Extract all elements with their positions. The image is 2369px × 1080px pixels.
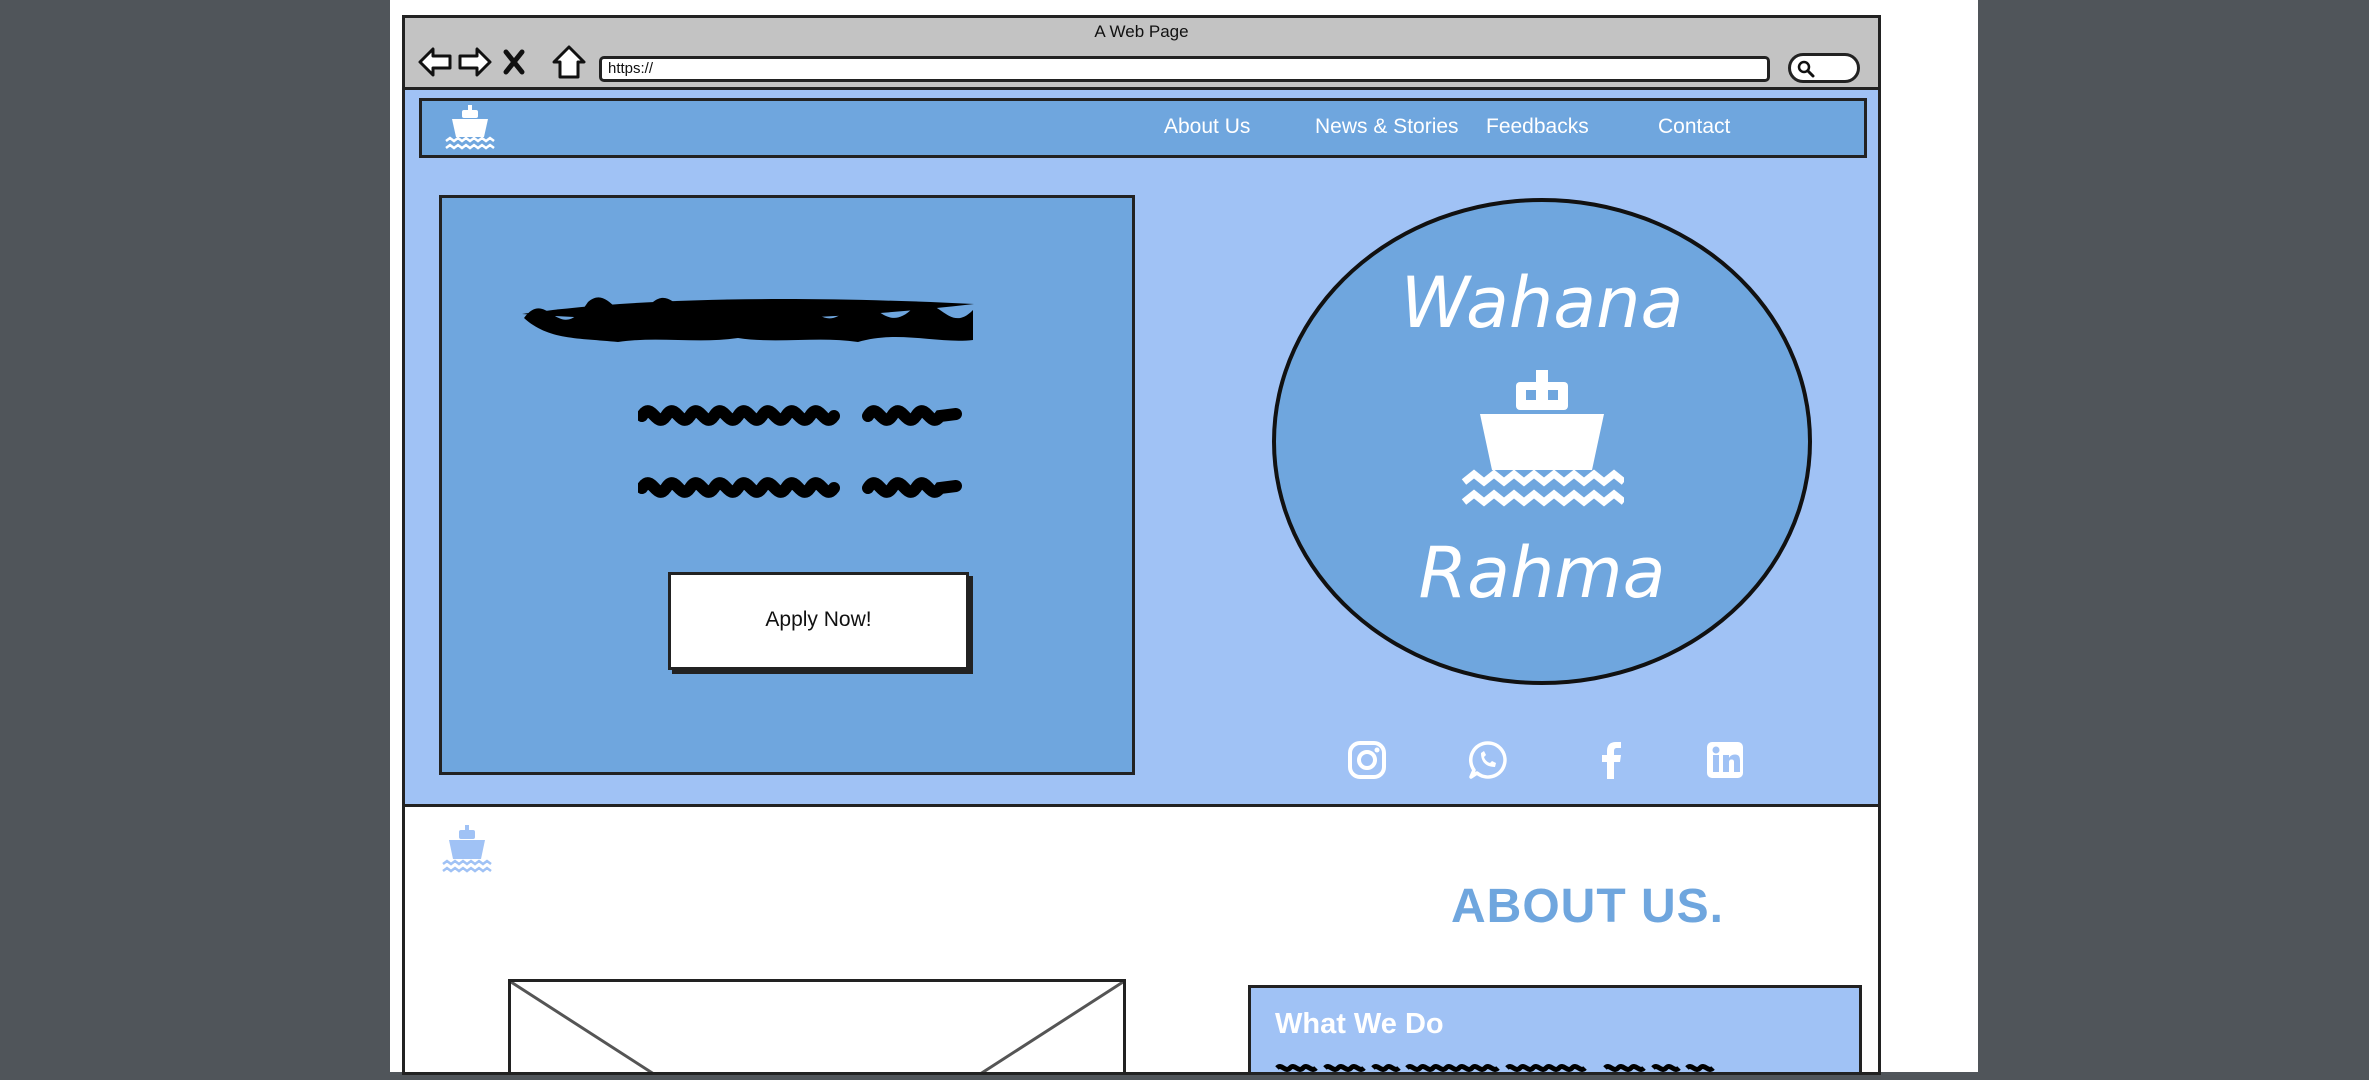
hero-text-card: Apply Now! [439,195,1135,775]
nav-link-contact[interactable]: Contact [1658,115,1730,139]
instagram-icon[interactable] [1347,740,1387,780]
back-arrow-icon[interactable] [417,44,453,80]
about-section: ABOUT US. What We Do [405,807,1878,1072]
search-icon [1797,60,1815,78]
brand-emblem: Wahana Rahma [1272,198,1812,685]
facebook-icon[interactable] [1591,740,1631,780]
placeholder-cross-icon [511,982,1123,1072]
forward-arrow-icon[interactable] [457,44,493,80]
what-we-do-title: What We Do [1275,1008,1444,1040]
brand-name-line-1: Wahana [1400,262,1684,344]
nav-link-news-stories[interactable]: News & Stories [1315,115,1459,139]
scribbled-subtitle-line-2 [638,477,962,498]
nav-link-about-us[interactable]: About Us [1164,115,1250,139]
scribbled-headline [522,297,974,342]
nav-link-feedbacks[interactable]: Feedbacks [1486,115,1589,139]
window-title: A Web Page [1094,22,1189,41]
browser-search-button[interactable] [1788,53,1860,83]
site-navbar: About Us News & Stories Feedbacks Contac… [419,98,1867,158]
address-bar[interactable]: https:// [599,56,1770,82]
what-we-do-card: What We Do [1248,985,1862,1072]
browser-window: A Web Page https:// About Us News & Stor… [402,15,1881,1075]
scribbled-subtitle-line-1 [638,405,962,426]
ship-emblem-icon [1461,370,1624,507]
hero-section: About Us News & Stories Feedbacks Contac… [405,90,1878,807]
ship-logo-icon[interactable] [440,103,500,157]
apply-now-button[interactable]: Apply Now! [668,572,969,670]
ship-logo-icon[interactable] [437,823,497,881]
scribbled-paragraph [1275,1064,1715,1072]
close-x-icon[interactable] [501,44,527,80]
home-icon[interactable] [551,44,587,80]
linkedin-icon[interactable] [1705,740,1745,780]
whatsapp-icon[interactable] [1468,740,1508,780]
about-heading: ABOUT US. [1451,880,1724,933]
browser-toolbar: A Web Page https:// [405,18,1878,90]
image-placeholder [508,979,1126,1072]
brand-name-line-2: Rahma [1418,532,1666,614]
